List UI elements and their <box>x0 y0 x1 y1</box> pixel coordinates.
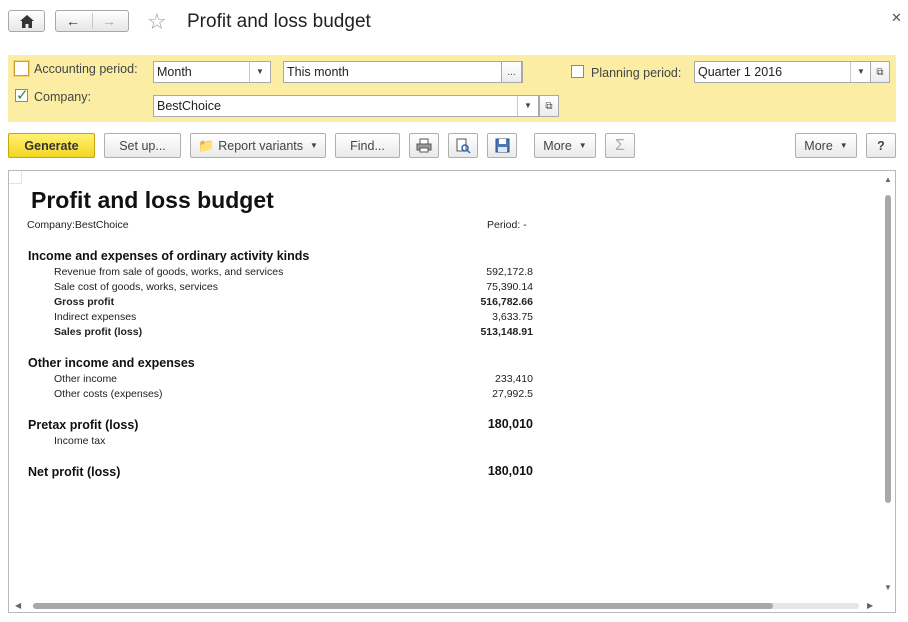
scroll-up-arrow-icon[interactable]: ▲ <box>884 175 892 184</box>
section-heading: Other income and expenses <box>28 356 195 370</box>
generate-button[interactable]: Generate <box>8 133 95 158</box>
favorite-star-icon[interactable]: ☆ <box>147 9 167 35</box>
accounting-period-label: Accounting period: <box>34 62 138 76</box>
forward-button[interactable]: → <box>94 11 124 31</box>
filter-panel: Accounting period: Month ▼ This month ..… <box>8 55 896 122</box>
company-open-button[interactable]: ⧉ <box>539 95 559 117</box>
report-row-value: 3,633.75 <box>492 311 533 323</box>
home-button[interactable] <box>8 10 45 32</box>
generate-button-label: Generate <box>24 138 79 153</box>
folder-icon: 📁 <box>198 137 215 153</box>
setup-button-label: Set up... <box>119 138 166 153</box>
back-button[interactable]: ← <box>58 11 88 31</box>
report-row-label: Sales profit (loss) <box>54 326 143 338</box>
planning-period-label: Planning period: <box>591 66 682 80</box>
report-variants-label: Report variants <box>218 138 304 153</box>
find-button-label: Find... <box>350 138 385 153</box>
company-label: Company: <box>34 90 91 104</box>
report-row-value: 233,410 <box>495 373 533 385</box>
chevron-down-icon[interactable]: ▼ <box>517 96 538 116</box>
scroll-right-arrow-icon[interactable]: ▶ <box>867 601 873 610</box>
report-row-label: Revenue from sale of goods, works, and s… <box>54 266 284 278</box>
report-row-label: Sale cost of goods, works, services <box>54 281 218 293</box>
accounting-period-choose-button[interactable]: ... <box>501 61 522 83</box>
report-title: Profit and loss budget <box>31 187 274 213</box>
find-button[interactable]: Find... <box>335 133 400 158</box>
open-window-icon: ⧉ <box>876 66 884 78</box>
planning-period-value: Quarter 1 2016 <box>698 65 783 79</box>
print-button[interactable] <box>409 133 439 158</box>
net-profit-label: Net profit (loss) <box>28 465 121 479</box>
arrow-left-icon: ← <box>66 13 80 29</box>
company-value: BestChoice <box>157 99 221 113</box>
vertical-scrollbar-thumb[interactable] <box>885 195 891 503</box>
report-row-label: Other costs (expenses) <box>54 388 163 400</box>
report-row-value: 516,782.66 <box>480 296 533 308</box>
report-period-line: Period: - <box>487 219 527 231</box>
net-profit-value: 180,010 <box>487 464 533 478</box>
scroll-left-arrow-icon[interactable]: ◀ <box>15 601 21 610</box>
accounting-period-type-value: Month <box>157 65 192 79</box>
report-row-label: Indirect expenses <box>54 311 137 323</box>
help-button[interactable]: ? <box>866 133 896 158</box>
accounting-period-checkbox[interactable] <box>14 61 29 76</box>
floppy-disk-icon <box>495 138 509 153</box>
more-button-2[interactable]: More ▼ <box>795 133 857 158</box>
close-icon[interactable]: ✕ <box>891 10 902 26</box>
preview-button[interactable] <box>448 133 478 158</box>
arrow-right-icon: → <box>102 13 116 29</box>
planning-period-field[interactable]: Quarter 1 2016 ▼ <box>694 61 872 83</box>
chevron-down-icon: ▼ <box>578 141 587 150</box>
print-icon <box>416 138 432 153</box>
chevron-down-icon: ▼ <box>310 141 318 150</box>
chevron-down-icon: ▼ <box>839 141 848 150</box>
pretax-profit-label: Pretax profit (loss) <box>28 418 139 432</box>
accounting-period-type-select[interactable]: Month ▼ <box>153 61 271 83</box>
report-row-value: 513,148.91 <box>480 326 533 338</box>
horizontal-scrollbar-thumb[interactable] <box>33 603 773 609</box>
report-row-label: Other income <box>54 373 118 385</box>
planning-period-checkbox[interactable] <box>571 65 584 78</box>
income-tax-label: Income tax <box>54 435 106 447</box>
save-button[interactable] <box>487 133 517 158</box>
sum-button[interactable]: Σ <box>605 133 635 158</box>
help-icon: ? <box>877 138 885 153</box>
report-row-value: 27,992.5 <box>492 388 533 400</box>
sigma-icon: Σ <box>615 136 625 154</box>
more-button-1[interactable]: More ▼ <box>534 133 596 158</box>
company-field[interactable]: BestChoice ▼ <box>153 95 539 117</box>
print-preview-icon <box>456 138 471 154</box>
pretax-profit-value: 180,010 <box>487 417 533 431</box>
report-row-value: 75,390.14 <box>486 281 533 293</box>
more-button-2-label: More <box>804 138 833 153</box>
chevron-down-icon[interactable]: ▼ <box>249 62 270 82</box>
report-variants-button[interactable]: 📁 Report variants ▼ <box>190 133 326 158</box>
section-heading: Income and expenses of ordinary activity… <box>28 249 310 263</box>
more-button-1-label: More <box>543 138 572 153</box>
scroll-down-arrow-icon[interactable]: ▼ <box>884 583 892 592</box>
accounting-period-value: This month <box>287 65 349 79</box>
company-checkbox[interactable] <box>15 86 29 104</box>
open-window-icon: ⧉ <box>545 100 553 112</box>
home-icon <box>12 11 42 31</box>
window-title: Profit and loss budget <box>187 11 371 32</box>
history-nav: ← → <box>55 10 129 32</box>
report-spreadsheet[interactable]: Profit and loss budget Company:BestChoic… <box>8 170 896 613</box>
report-row-label: Gross profit <box>54 296 115 308</box>
planning-period-open-button[interactable]: ⧉ <box>870 61 890 83</box>
setup-button[interactable]: Set up... <box>104 133 181 158</box>
report-company-line: Company:BestChoice <box>27 219 129 231</box>
accounting-period-value-field[interactable]: This month <box>283 61 523 83</box>
chevron-down-icon[interactable]: ▼ <box>850 62 871 82</box>
report-row-value: 592,172.8 <box>486 266 533 278</box>
